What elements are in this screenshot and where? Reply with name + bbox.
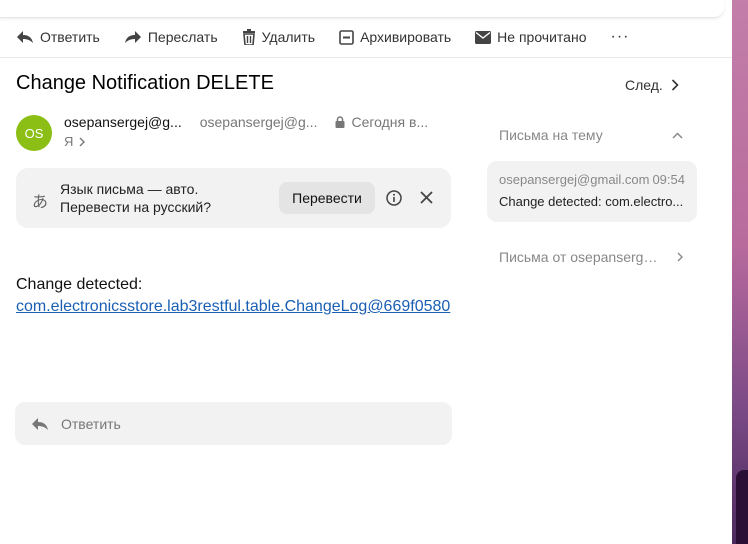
translate-button[interactable]: Перевести — [279, 182, 375, 214]
translate-text: Язык письма — авто. Перевести на русский… — [60, 180, 211, 216]
message-body: Change detected: com.electronicsstore.la… — [16, 274, 456, 318]
sender-email[interactable]: osepansergej@g... — [200, 114, 318, 130]
recipient: Я — [64, 134, 74, 149]
thread-title: Письма на тему — [499, 127, 603, 143]
forward-label: Переслать — [147, 29, 218, 45]
desktop-background-edge — [732, 0, 748, 544]
thread-item-subject: Change detected: com.electro... — [499, 194, 684, 209]
info-icon[interactable] — [386, 190, 402, 206]
desktop-decoration — [736, 470, 748, 544]
letters-from-label: Письма от osepansergej... — [499, 249, 665, 265]
reply-button[interactable]: Ответить — [16, 29, 100, 45]
message-date: Сегодня в... — [351, 114, 429, 130]
sender-name[interactable]: osepansergej@g... — [64, 114, 182, 130]
thread-item-email: osepansergej@gmail.com — [499, 172, 650, 187]
next-message-button[interactable]: След. — [625, 77, 679, 93]
more-button[interactable]: ··· — [610, 28, 629, 46]
reply-label: Ответить — [40, 29, 100, 45]
mark-unread-label: Не прочитано — [497, 29, 587, 45]
reply-icon — [17, 31, 33, 43]
translate-banner: あ Язык письма — авто. Перевести на русск… — [16, 168, 451, 228]
delete-button[interactable]: Удалить — [242, 29, 315, 45]
body-link[interactable]: com.electronicsstore.lab3restful.table.C… — [16, 298, 450, 315]
chevron-right-icon — [671, 79, 679, 91]
envelope-icon — [475, 30, 492, 44]
archive-button[interactable]: Архивировать — [339, 29, 451, 45]
reply-icon — [32, 417, 48, 430]
archive-label: Архивировать — [360, 29, 452, 45]
archive-icon — [339, 29, 354, 45]
chevron-right-icon — [79, 137, 86, 146]
translate-line1: Язык письма — авто. — [60, 181, 199, 197]
forward-button[interactable]: Переслать — [124, 29, 218, 45]
chevron-up-icon — [672, 131, 683, 139]
next-label: След. — [625, 77, 663, 93]
thread-item-time: 09:54 — [652, 172, 685, 187]
mark-unread-button[interactable]: Не прочитано — [475, 29, 586, 45]
letters-from-sender[interactable]: Письма от osepansergej... — [499, 249, 683, 265]
top-strip — [0, 0, 724, 18]
sender-line: osepansergej@g... osepansergej@g... Сего… — [64, 114, 428, 130]
avatar[interactable]: OS — [16, 115, 52, 151]
chevron-right-icon — [677, 252, 683, 262]
quick-reply-box[interactable]: Ответить — [15, 402, 452, 445]
trash-icon — [242, 29, 255, 45]
body-text: Change detected: — [16, 276, 143, 293]
forward-icon — [124, 31, 141, 43]
message-subject: Change Notification DELETE — [16, 72, 274, 94]
translate-line2: Перевести на русский? — [60, 199, 212, 215]
thread-item[interactable]: osepansergej@gmail.com 09:54 Change dete… — [487, 161, 697, 222]
lock-icon — [335, 116, 345, 128]
close-icon[interactable] — [419, 190, 434, 205]
more-icon: ··· — [610, 28, 630, 45]
thread-section-header[interactable]: Письма на тему — [499, 127, 683, 143]
translate-icon: あ — [32, 194, 49, 211]
recipient-line[interactable]: Я — [64, 134, 86, 149]
delete-label: Удалить — [261, 29, 316, 45]
message-toolbar: Ответить Переслать Удалить Архивировать … — [0, 17, 732, 58]
quick-reply-label: Ответить — [61, 415, 121, 432]
